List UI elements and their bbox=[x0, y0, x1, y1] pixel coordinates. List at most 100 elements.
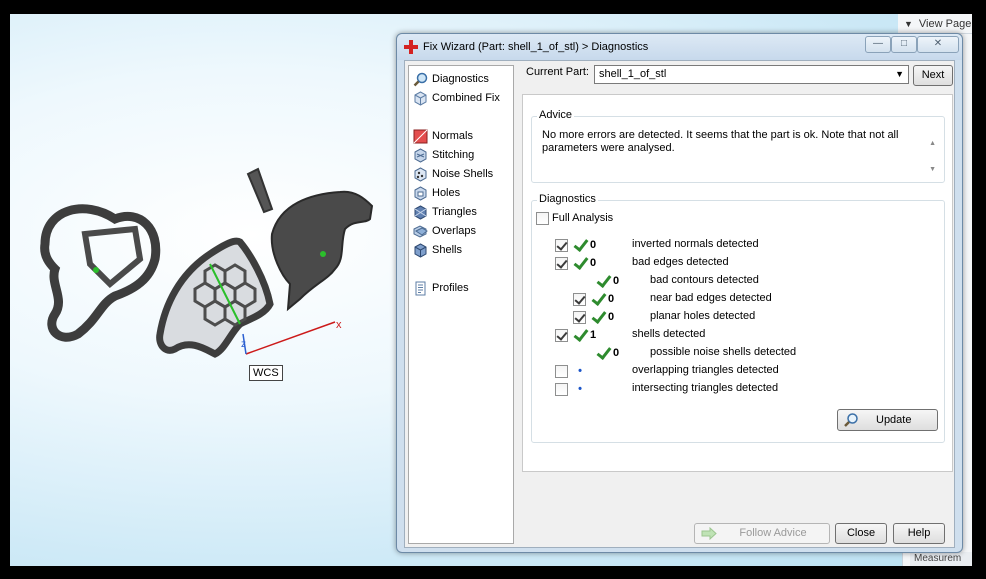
shells-icon bbox=[414, 242, 427, 258]
measurement-tab[interactable]: Measurem bbox=[910, 552, 972, 566]
diag-count: 0 bbox=[613, 347, 620, 359]
diag-checkbox[interactable] bbox=[555, 256, 568, 270]
green-check-icon bbox=[595, 346, 611, 360]
next-button[interactable]: Next bbox=[913, 65, 953, 86]
full-analysis-option[interactable]: Full Analysis bbox=[536, 210, 613, 226]
stitching-icon bbox=[414, 147, 427, 163]
diag-count: 1 bbox=[590, 329, 597, 341]
follow-advice-label: Follow Advice bbox=[739, 527, 807, 539]
nav-item-holes[interactable]: Holes bbox=[413, 184, 460, 202]
green-check-icon bbox=[572, 256, 588, 270]
not-run-dot-icon: • bbox=[578, 383, 582, 395]
diag-row-bad-contours: 0 bbox=[591, 273, 629, 289]
diag-label: possible noise shells detected bbox=[650, 346, 797, 358]
green-check-icon bbox=[590, 310, 606, 324]
nav-item-shells[interactable]: Shells bbox=[413, 241, 462, 259]
part-shape-left bbox=[40, 204, 161, 342]
nav-item-stitching[interactable]: Stitching bbox=[413, 146, 474, 164]
diag-checkbox[interactable] bbox=[555, 238, 568, 252]
minimize-button[interactable]: — bbox=[865, 36, 891, 53]
diag-label: overlapping triangles detected bbox=[632, 364, 779, 376]
update-button[interactable]: Update bbox=[837, 409, 938, 431]
diag-row-shells: 1 bbox=[555, 327, 606, 343]
diagnostics-title: Diagnostics bbox=[537, 193, 598, 205]
diag-count: 0 bbox=[608, 311, 615, 323]
magnifier-icon bbox=[413, 72, 428, 86]
advice-scrollbar[interactable]: ▲ ▼ bbox=[929, 131, 936, 183]
advice-group: Advice No more errors are detected. It s… bbox=[531, 109, 945, 183]
close-window-button[interactable]: ✕ bbox=[917, 36, 959, 53]
nav-item-profiles[interactable]: Profiles bbox=[413, 279, 469, 297]
diag-label: shells detected bbox=[632, 328, 706, 340]
part-shape-small bbox=[246, 167, 274, 214]
nav-item-label: Profiles bbox=[432, 282, 469, 294]
title-bar[interactable]: Fix Wizard (Part: shell_1_of_stl) > Diag… bbox=[397, 34, 962, 60]
nav-item-combined-fix[interactable]: Combined Fix bbox=[413, 89, 500, 107]
diag-row-overlapping-triangles: • bbox=[555, 363, 588, 379]
view-page-button[interactable]: ▼ View Page bbox=[898, 14, 972, 34]
nav-item-normals[interactable]: Normals bbox=[413, 127, 473, 145]
cube-icon bbox=[414, 90, 427, 106]
nav-item-triangles[interactable]: Triangles bbox=[413, 203, 477, 221]
diag-row-near-bad-edges: 0 bbox=[573, 291, 624, 307]
x-axis-label: x bbox=[336, 319, 342, 331]
diag-count: 0 bbox=[590, 257, 597, 269]
nav-item-label: Holes bbox=[432, 187, 461, 199]
diag-checkbox[interactable] bbox=[573, 310, 586, 324]
red-cross-icon bbox=[404, 40, 418, 54]
triangle-down-icon: ▼ bbox=[904, 19, 913, 29]
diag-checkbox[interactable] bbox=[555, 382, 568, 396]
diag-checkbox[interactable] bbox=[555, 328, 568, 342]
green-check-icon bbox=[572, 328, 588, 342]
diag-label: near bad edges detected bbox=[650, 292, 772, 304]
noise-shells-icon bbox=[414, 166, 427, 182]
dialog-client-area: Diagnostics Combined Fix Normals Stitchi… bbox=[404, 60, 955, 548]
nav-item-label: Triangles bbox=[432, 206, 477, 218]
diag-checkbox[interactable] bbox=[573, 292, 586, 306]
holes-icon bbox=[414, 185, 427, 201]
diag-row-intersecting-triangles: • bbox=[555, 381, 588, 397]
profiles-icon bbox=[415, 281, 426, 295]
nav-item-overlaps[interactable]: Overlaps bbox=[413, 222, 476, 240]
z-axis-label: z bbox=[241, 339, 246, 350]
nav-item-label: Noise Shells bbox=[432, 168, 494, 180]
wizard-nav: Diagnostics Combined Fix Normals Stitchi… bbox=[408, 65, 514, 544]
nav-item-diagnostics[interactable]: Diagnostics bbox=[413, 70, 489, 88]
part-shape-right bbox=[270, 190, 374, 312]
fix-wizard-dialog: Fix Wizard (Part: shell_1_of_stl) > Diag… bbox=[396, 33, 963, 553]
diag-row-planar-holes: 0 bbox=[573, 309, 624, 325]
normals-icon bbox=[413, 129, 428, 143]
diag-row-bad-edges: 0 bbox=[555, 255, 606, 271]
green-check-icon bbox=[590, 292, 606, 306]
not-run-dot-icon: • bbox=[578, 365, 582, 377]
current-part-select[interactable]: shell_1_of_stl ▼ bbox=[594, 65, 909, 84]
diag-row-noise-shells: 0 bbox=[591, 345, 629, 361]
diagnostics-panel: Advice No more errors are detected. It s… bbox=[522, 94, 953, 472]
full-analysis-label: Full Analysis bbox=[552, 212, 614, 224]
update-label: Update bbox=[876, 414, 912, 426]
full-analysis-checkbox[interactable] bbox=[536, 211, 549, 225]
close-button[interactable]: Close bbox=[835, 523, 887, 544]
follow-advice-button[interactable]: Follow Advice bbox=[694, 523, 830, 544]
nav-item-label: Overlaps bbox=[432, 225, 477, 237]
diag-count: 0 bbox=[590, 239, 597, 251]
diag-checkbox[interactable] bbox=[555, 364, 568, 378]
diag-label: planar holes detected bbox=[650, 310, 756, 322]
diag-label: bad contours detected bbox=[650, 274, 759, 286]
diag-label: bad edges detected bbox=[632, 256, 729, 268]
diagnostics-group: Diagnostics Full Analysis 0 inverted nor… bbox=[531, 193, 945, 443]
help-button[interactable]: Help bbox=[893, 523, 945, 544]
nav-item-label: Diagnostics bbox=[432, 73, 489, 85]
arrow-right-icon bbox=[701, 527, 717, 540]
nav-item-noise-shells[interactable]: Noise Shells bbox=[413, 165, 493, 183]
part-shape-middle bbox=[156, 237, 274, 358]
overlaps-icon bbox=[413, 224, 428, 238]
nav-item-label: Shells bbox=[432, 244, 462, 256]
maximize-button[interactable]: □ bbox=[891, 36, 917, 53]
x-axis bbox=[245, 321, 336, 355]
wcs-label: WCS bbox=[249, 365, 283, 381]
diag-label: intersecting triangles detected bbox=[632, 382, 779, 394]
diag-count: 0 bbox=[613, 275, 620, 287]
view-page-label: View Page bbox=[918, 18, 972, 30]
magnifier-icon bbox=[844, 413, 858, 427]
